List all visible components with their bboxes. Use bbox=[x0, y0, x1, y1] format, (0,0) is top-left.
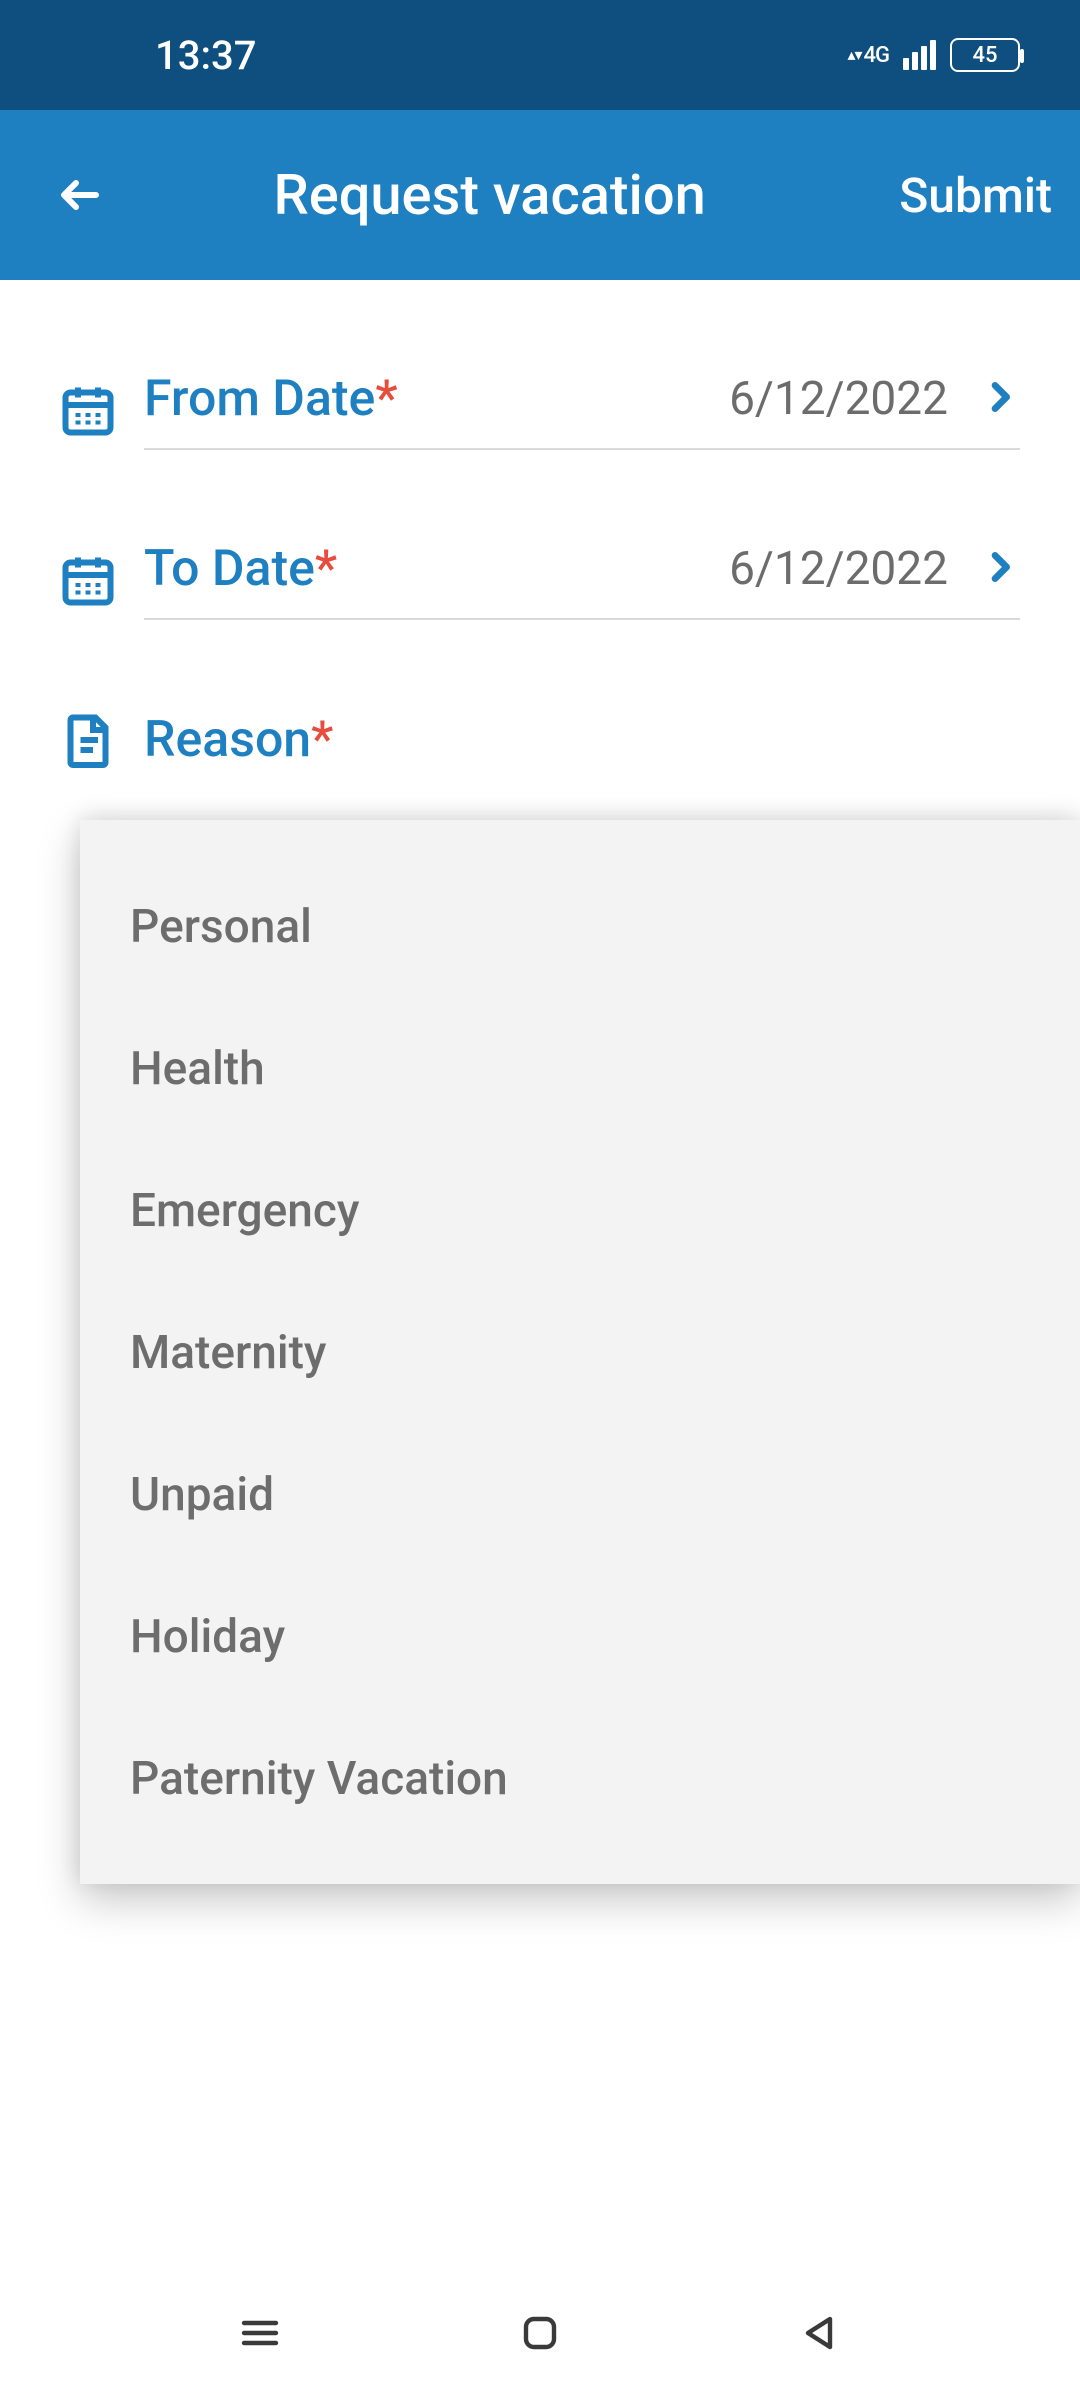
document-icon bbox=[58, 710, 118, 770]
home-button[interactable] bbox=[516, 2309, 564, 2361]
network-4g-icon: ▴▾4G bbox=[847, 43, 889, 68]
reason-option-unpaid[interactable]: Unpaid bbox=[80, 1424, 1080, 1566]
page-title: Request vacation bbox=[80, 162, 899, 228]
form-content: From Date* 6/12/2022 To Date* 6/12/2022 … bbox=[0, 280, 1080, 770]
chevron-right-icon bbox=[980, 377, 1020, 421]
reason-field[interactable]: Reason* bbox=[58, 710, 1020, 770]
from-date-field[interactable]: From Date* 6/12/2022 bbox=[58, 370, 1020, 450]
to-date-value: 6/12/2022 bbox=[729, 542, 948, 596]
reason-dropdown: Personal Health Emergency Maternity Unpa… bbox=[80, 820, 1080, 1884]
chevron-right-icon bbox=[980, 547, 1020, 591]
calendar-icon bbox=[58, 550, 118, 610]
status-time: 13:37 bbox=[155, 32, 256, 79]
submit-button[interactable]: Submit bbox=[899, 167, 1052, 224]
app-bar: Request vacation Submit bbox=[0, 110, 1080, 280]
signal-bars-icon bbox=[903, 40, 936, 70]
to-date-field[interactable]: To Date* 6/12/2022 bbox=[58, 540, 1020, 620]
reason-option-maternity[interactable]: Maternity bbox=[80, 1282, 1080, 1424]
from-date-value: 6/12/2022 bbox=[729, 372, 948, 426]
reason-option-health[interactable]: Health bbox=[80, 998, 1080, 1140]
to-date-label: To Date* bbox=[144, 540, 337, 598]
reason-option-paternity[interactable]: Paternity Vacation bbox=[80, 1708, 1080, 1850]
reason-option-emergency[interactable]: Emergency bbox=[80, 1140, 1080, 1282]
status-right: ▴▾4G 45 bbox=[847, 38, 1020, 72]
calendar-icon bbox=[58, 380, 118, 440]
reason-label: Reason* bbox=[144, 711, 333, 769]
system-nav-bar bbox=[0, 2270, 1080, 2400]
recent-apps-button[interactable] bbox=[236, 2309, 284, 2361]
reason-option-holiday[interactable]: Holiday bbox=[80, 1566, 1080, 1708]
status-bar: 13:37 ▴▾4G 45 bbox=[0, 0, 1080, 110]
reason-option-personal[interactable]: Personal bbox=[80, 856, 1080, 998]
battery-icon: 45 bbox=[950, 38, 1020, 72]
from-date-label: From Date* bbox=[144, 370, 398, 428]
nav-back-button[interactable] bbox=[796, 2309, 844, 2361]
